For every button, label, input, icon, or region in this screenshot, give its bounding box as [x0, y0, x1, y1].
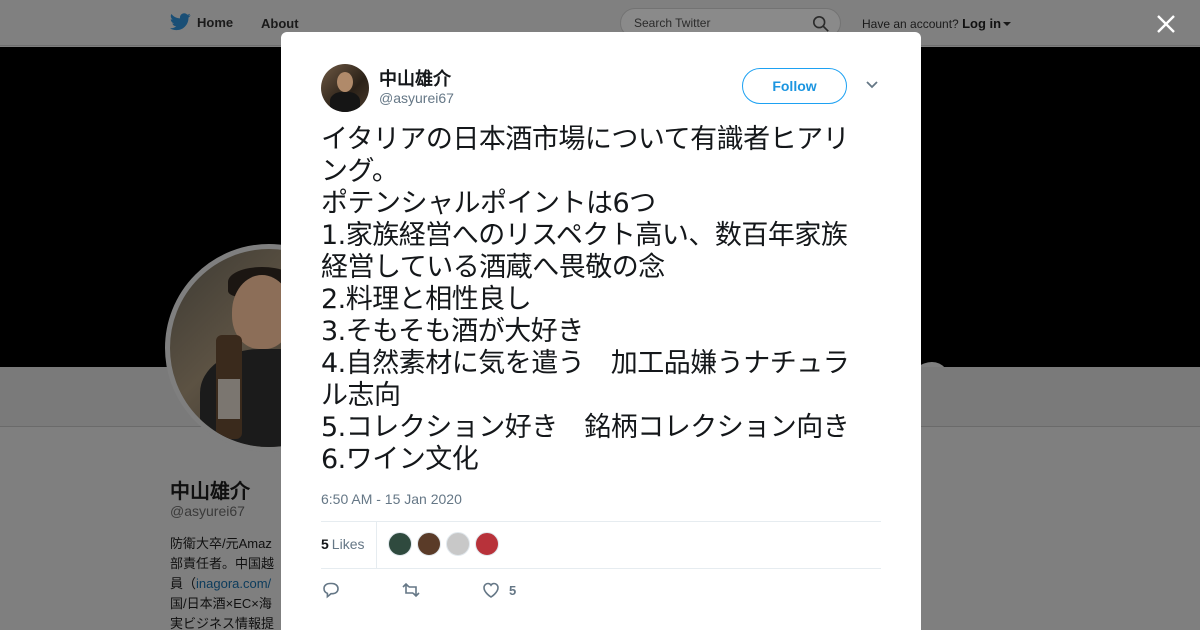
tweet-line: ポテンシャルポイントは6つ — [321, 188, 656, 219]
heart-icon — [483, 582, 499, 598]
tweet-line: 2.料理と相性良し — [321, 284, 532, 315]
nav-about-link[interactable]: About — [261, 16, 299, 31]
likes-count: 5 — [321, 536, 329, 552]
bio-line: 防衛大卒/元Amaz — [170, 536, 272, 551]
profile-bio: 防衛大卒/元Amaz 部責任者。中国越 員（inagora.com/ 国/日本酒… — [170, 534, 285, 630]
like-count: 5 — [509, 582, 517, 598]
liker-avatar[interactable] — [446, 532, 470, 556]
nav-home-label: Home — [197, 14, 234, 30]
liker-avatar[interactable] — [417, 532, 441, 556]
bio-line: 部責任者。中国越 — [170, 556, 275, 571]
tweet-line: ング。 — [321, 156, 399, 187]
retweet-button[interactable] — [401, 580, 421, 600]
liker-avatar[interactable] — [388, 532, 412, 556]
bio-line: 国/日本酒×EC×海 — [170, 596, 272, 611]
chevron-down-icon[interactable] — [865, 80, 879, 90]
likes-stat[interactable]: 5 Likes — [321, 536, 364, 552]
tweet-line: 4.自然素材に気を遣う 加工品嫌うナチュラ — [321, 348, 850, 379]
close-icon[interactable] — [1154, 12, 1178, 36]
twitter-bird-icon — [170, 13, 191, 31]
account-menu[interactable]: Have an account? Log in — [862, 16, 1012, 31]
tweet-line: 1.家族経営へのリスペクト高い、数百年家族 — [321, 220, 848, 251]
account-prompt: Have an account? — [862, 17, 959, 31]
tweet-line: 3.そもそも酒が大好き — [321, 316, 584, 347]
profile-handle: @asyurei67 — [170, 503, 245, 519]
liker-avatar[interactable] — [475, 532, 499, 556]
tweet-timestamp[interactable]: 6:50 AM - 15 Jan 2020 — [321, 491, 462, 507]
bio-link[interactable]: inagora.com/ — [196, 576, 271, 591]
tweet-actions: 5 — [321, 580, 621, 604]
bio-line: 員（ — [170, 576, 197, 591]
tweet-line: イタリアの日本酒市場について有識者ヒアリ — [321, 124, 850, 155]
retweet-icon — [402, 582, 420, 598]
login-link[interactable]: Log in — [962, 16, 1001, 31]
tweet-text: イタリアの日本酒市場について有識者ヒアリ ング。 ポテンシャルポイントは6つ 1… — [321, 124, 886, 476]
nav-home-link[interactable]: Home — [170, 13, 233, 31]
author-name[interactable]: 中山雄介 — [379, 65, 451, 91]
reply-button[interactable] — [321, 580, 341, 600]
search-placeholder: Search Twitter — [634, 16, 711, 30]
tweet-stats: 5 Likes — [321, 521, 881, 569]
avatar[interactable] — [321, 64, 369, 112]
likes-label: Likes — [331, 536, 365, 552]
author-handle[interactable]: @asyurei67 — [379, 90, 454, 106]
follow-button[interactable]: Follow — [742, 68, 847, 104]
stats-divider — [376, 522, 377, 568]
profile-name: 中山雄介 — [170, 481, 250, 503]
tweet-line: 経営している酒蔵へ畏敬の念 — [321, 252, 665, 283]
caret-down-icon — [1003, 22, 1012, 26]
tweet-line: 6.ワイン文化 — [321, 444, 479, 475]
reply-icon — [323, 582, 339, 599]
bio-line: 実ビジネス情報提 — [170, 616, 275, 630]
liker-avatars — [388, 532, 499, 556]
search-icon[interactable] — [812, 15, 830, 33]
tweet-line: ル志向 — [321, 380, 401, 411]
tweet-modal: 中山雄介 @asyurei67 Follow イタリアの日本酒市場について有識者… — [281, 32, 921, 630]
tweet-line: 5.コレクション好き 銘柄コレクション向き — [321, 412, 850, 443]
like-button[interactable]: 5 — [481, 580, 516, 600]
